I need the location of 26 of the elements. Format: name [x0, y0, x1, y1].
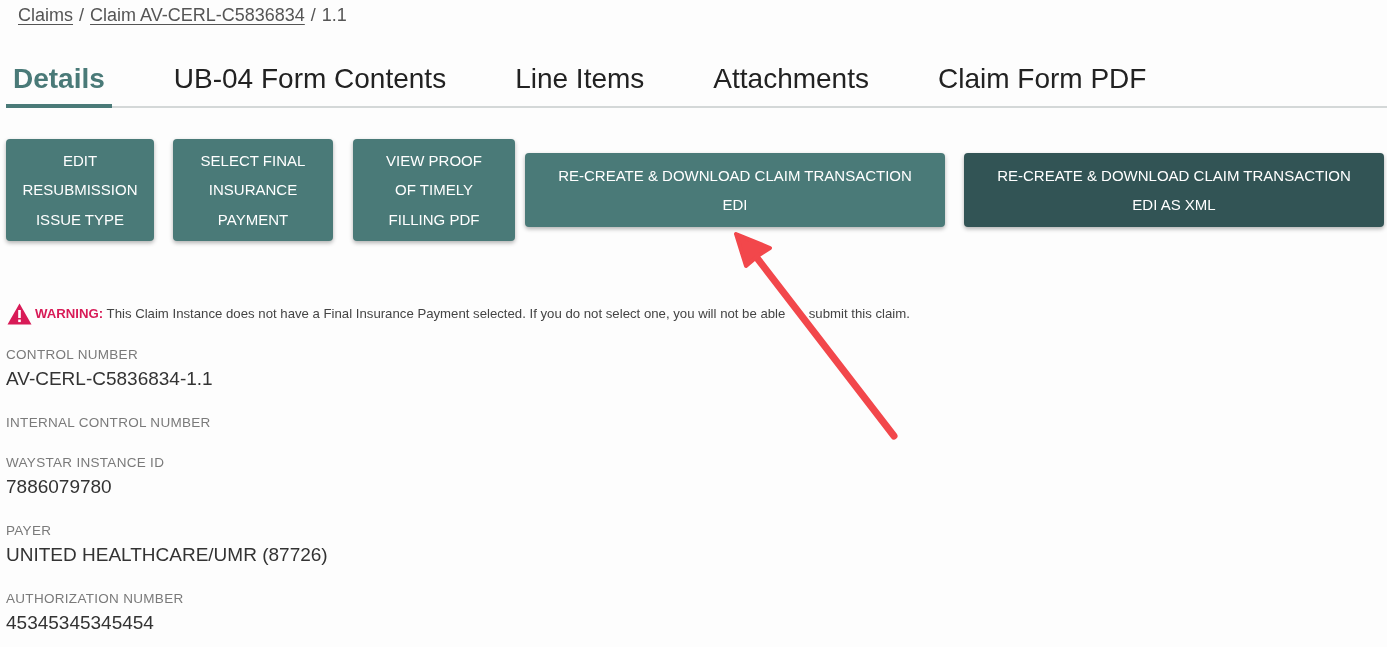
tab[interactable]: Line Items: [508, 54, 652, 108]
action-button[interactable]: RE-CREATE & DOWNLOAD CLAIM TRANSACTION EDI AS XML: [964, 153, 1384, 227]
action-button[interactable]: EDIT RESUBMISSION ISSUE TYPE: [6, 139, 154, 241]
action-button[interactable]: VIEW PROOF OF TIMELY FILLING PDF: [353, 139, 515, 241]
field-label: AUTHORIZATION NUMBER: [6, 590, 184, 608]
field-value: AV-CERL-C5836834-1.1: [6, 367, 213, 391]
warning-icon: [7, 303, 32, 325]
breadcrumb-separator: /: [79, 3, 85, 27]
breadcrumb-link[interactable]: Claim AV-CERL-C5836834: [90, 1, 305, 29]
breadcrumb-link[interactable]: Claims: [18, 1, 73, 29]
field-value: UNITED HEALTHCARE/UMR (87726): [6, 543, 328, 567]
warning-message: WARNING: This Claim Instance does not have a Final Insurance Payment selected. If you do not select one, you will not be able submit this claim.: [35, 305, 910, 324]
tab[interactable]: Details: [6, 54, 112, 108]
field-label: WAYSTAR INSTANCE ID: [6, 454, 165, 472]
breadcrumb-separator: /: [310, 3, 316, 27]
tab[interactable]: UB-04 Form Contents: [166, 54, 454, 108]
action-button[interactable]: RE-CREATE & DOWNLOAD CLAIM TRANSACTION EDI: [525, 153, 945, 227]
breadcrumb-current: 1.1: [321, 3, 347, 27]
field-value: 45345345345454: [6, 611, 154, 635]
action-button[interactable]: SELECT FINAL INSURANCE PAYMENT: [173, 139, 333, 241]
tab[interactable]: Attachments: [706, 54, 876, 108]
field-value: 7886079780: [6, 475, 112, 499]
field-label: PAYER: [6, 522, 52, 540]
tab[interactable]: Claim Form PDF: [930, 54, 1154, 108]
field-label: INTERNAL CONTROL NUMBER: [6, 414, 211, 432]
field-label: CONTROL NUMBER: [6, 346, 138, 364]
